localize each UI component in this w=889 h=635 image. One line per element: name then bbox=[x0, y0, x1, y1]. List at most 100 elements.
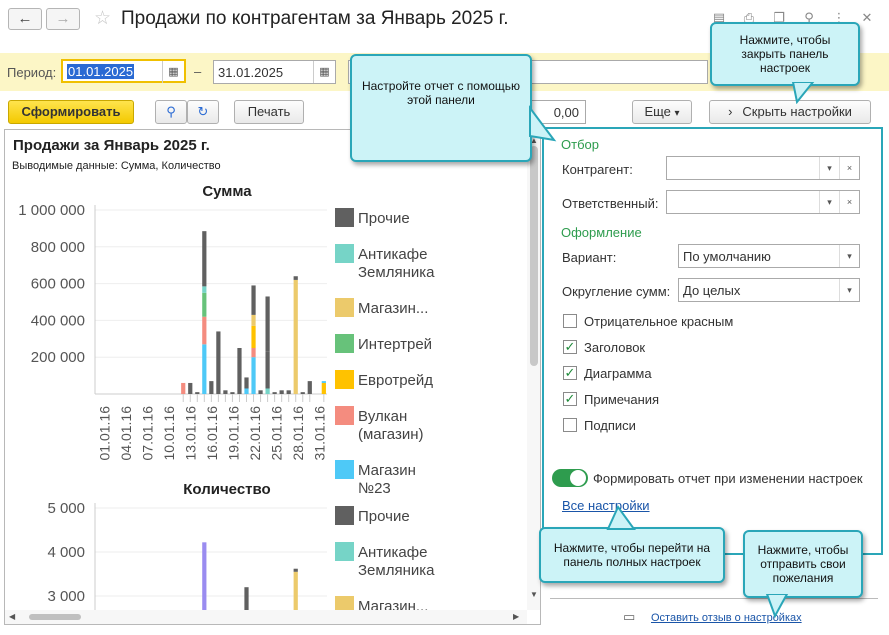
x-tick-label: 07.01.16 bbox=[140, 406, 156, 461]
auto-generate-label: Формировать отчет при изменении настроек bbox=[593, 471, 863, 486]
legend-label: Прочие bbox=[358, 508, 410, 525]
responsible-label: Ответственный: bbox=[562, 196, 659, 211]
extra-param-field[interactable] bbox=[530, 60, 708, 84]
hide-settings-label: Скрыть настройки bbox=[742, 104, 852, 119]
bar-segment bbox=[230, 392, 235, 394]
negative-red-label: Отрицательное красным bbox=[584, 314, 734, 329]
favorite-star-icon[interactable]: ☆ bbox=[94, 7, 111, 30]
search-button[interactable]: ⚲ bbox=[155, 100, 187, 124]
scroll-right-icon[interactable]: ▶ bbox=[513, 612, 519, 621]
header-label: Заголовок bbox=[584, 340, 646, 355]
clear-icon[interactable]: × bbox=[839, 157, 859, 179]
legend-label: Прочие bbox=[358, 210, 410, 227]
bar-segment bbox=[321, 381, 326, 383]
callout-pointer bbox=[529, 105, 557, 142]
callout-feedback: Нажмите, чтобы отправить свои пожелания bbox=[743, 530, 863, 598]
callout-close-panel: Нажмите, чтобы закрыть панель настроек bbox=[710, 22, 860, 86]
callout-pointer bbox=[791, 82, 815, 104]
chevron-down-icon: ▾ bbox=[674, 108, 680, 119]
print-button[interactable]: Печать bbox=[234, 100, 304, 124]
close-icon[interactable]: ✕ bbox=[858, 9, 876, 27]
callout-pointer bbox=[765, 594, 789, 619]
bar-segment bbox=[251, 357, 256, 394]
callout-full-settings: Нажмите, чтобы перейти на панель полных … bbox=[539, 527, 725, 583]
date-from-field[interactable]: 01.01.2025 ▦ bbox=[61, 59, 186, 83]
header-checkbox[interactable]: ✓ bbox=[563, 340, 577, 354]
bar-segment bbox=[272, 392, 277, 394]
chevron-down-icon[interactable]: ▾ bbox=[819, 191, 839, 213]
chevron-down-icon[interactable]: ▾ bbox=[819, 157, 839, 179]
scroll-down-icon[interactable]: ▼ bbox=[530, 590, 538, 599]
x-tick-label: 13.01.16 bbox=[183, 406, 199, 461]
legend-label: Вулкан bbox=[358, 408, 407, 425]
x-tick-label: 25.01.16 bbox=[269, 406, 285, 461]
bar-segment bbox=[251, 325, 256, 348]
legend-swatch bbox=[335, 334, 354, 353]
chart-checkbox[interactable]: ✓ bbox=[563, 366, 577, 380]
forward-button[interactable]: → bbox=[46, 8, 80, 30]
chevron-down-icon[interactable]: ▾ bbox=[839, 245, 859, 267]
scroll-left-icon[interactable]: ◀ bbox=[9, 612, 15, 621]
notes-checkbox[interactable]: ✓ bbox=[563, 392, 577, 406]
y-tick-label: 4 000 bbox=[47, 544, 85, 561]
bar-segment bbox=[209, 381, 214, 394]
legend-label: №23 bbox=[358, 480, 391, 497]
legend-label: Земляника bbox=[358, 562, 435, 579]
date-to-value: 31.01.2025 bbox=[218, 65, 284, 80]
legend-label: Магазин... bbox=[358, 300, 428, 317]
search-clear-icon: ↻ bbox=[197, 104, 209, 119]
check-icon: ✓ bbox=[564, 391, 576, 406]
legend-swatch bbox=[335, 208, 354, 227]
rounding-value: До целых bbox=[683, 283, 741, 298]
period-dash: – bbox=[194, 64, 202, 79]
date-from-value: 01.01.2025 bbox=[67, 64, 135, 79]
chart-title: Количество bbox=[183, 481, 270, 498]
rounding-select[interactable]: До целых ▾ bbox=[678, 278, 860, 302]
legend-label: Антикафе bbox=[358, 246, 427, 263]
chart-title: Сумма bbox=[202, 183, 252, 200]
chart-label: Диаграмма bbox=[584, 366, 652, 381]
y-tick-label: 1 000 000 bbox=[18, 202, 85, 219]
negative-red-checkbox[interactable] bbox=[563, 314, 577, 328]
bar-segment bbox=[293, 568, 298, 572]
bar-segment bbox=[202, 286, 207, 293]
hscroll-thumb[interactable] bbox=[29, 614, 81, 620]
date-to-field[interactable]: 31.01.2025 ▦ bbox=[213, 60, 336, 84]
bar-segment bbox=[181, 382, 186, 394]
search-icon: ⚲ bbox=[166, 104, 176, 119]
x-tick-label: 04.01.16 bbox=[118, 406, 134, 461]
bar-segment bbox=[202, 231, 207, 287]
y-tick-label: 800 000 bbox=[31, 239, 85, 256]
back-button[interactable]: ← bbox=[8, 8, 42, 30]
calendar-icon[interactable]: ▦ bbox=[162, 61, 184, 83]
bar-segment bbox=[202, 292, 207, 317]
auto-generate-toggle[interactable] bbox=[552, 469, 588, 487]
bar-segment bbox=[307, 381, 312, 394]
clear-icon[interactable]: × bbox=[839, 191, 859, 213]
report-document: Продажи за Январь 2025 г. Выводимые данн… bbox=[4, 129, 541, 625]
y-tick-label: 200 000 bbox=[31, 349, 85, 366]
counterparty-field[interactable]: ▾ × bbox=[666, 156, 860, 180]
captions-checkbox[interactable] bbox=[563, 418, 577, 432]
bar-segment bbox=[279, 390, 284, 394]
bar-segment bbox=[202, 344, 207, 394]
chevron-down-icon[interactable]: ▾ bbox=[839, 279, 859, 301]
legend-swatch bbox=[335, 460, 354, 479]
horizontal-scrollbar[interactable]: ◀ ▶ bbox=[5, 610, 527, 624]
calendar-icon[interactable]: ▦ bbox=[313, 61, 335, 83]
x-tick-label: 22.01.16 bbox=[247, 406, 263, 461]
bar-segment bbox=[223, 390, 228, 394]
bar-segment bbox=[216, 331, 221, 394]
forward-arrow-icon: → bbox=[55, 10, 71, 27]
callout-feedback-text: Нажмите, чтобы отправить свои пожелания bbox=[757, 543, 849, 585]
responsible-field[interactable]: ▾ × bbox=[666, 190, 860, 214]
scroll-thumb[interactable] bbox=[530, 146, 538, 366]
page-title: Продажи по контрагентам за Январь 2025 г… bbox=[121, 8, 509, 29]
x-tick-label: 28.01.16 bbox=[290, 406, 306, 461]
generate-button[interactable]: Сформировать bbox=[8, 100, 134, 124]
more-button[interactable]: Еще ▾ bbox=[632, 100, 692, 124]
variant-select[interactable]: По умолчанию ▾ bbox=[678, 244, 860, 268]
search-clear-button[interactable]: ↻ bbox=[187, 100, 219, 124]
bar-segment bbox=[293, 279, 298, 394]
bar-segment bbox=[251, 348, 256, 358]
